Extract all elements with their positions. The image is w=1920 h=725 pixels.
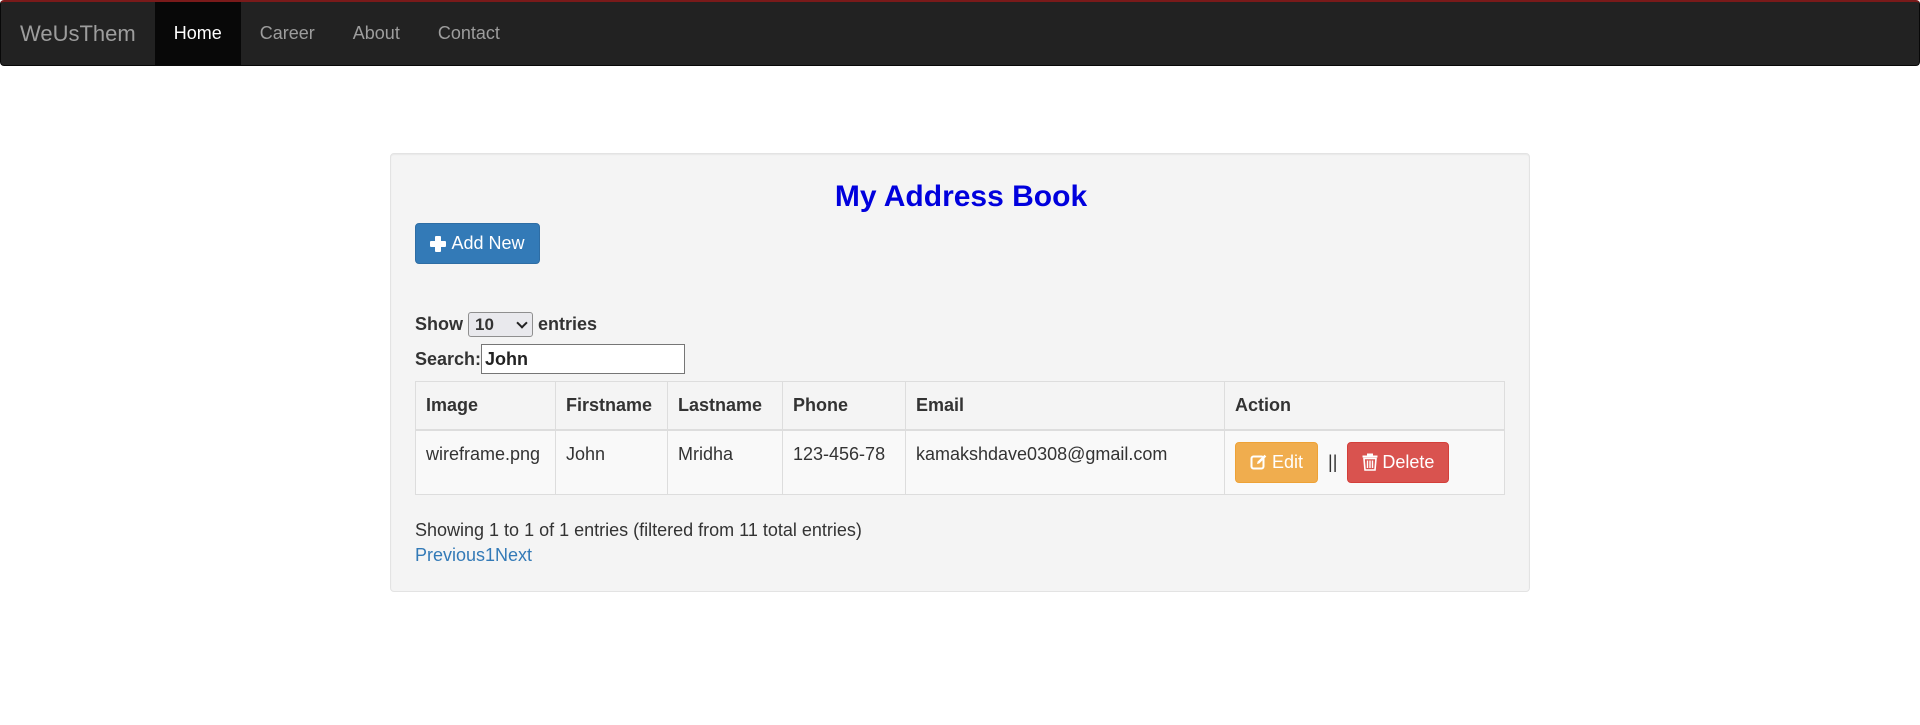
nav-list: Home Career About Contact xyxy=(154,2,519,65)
header-firstname[interactable]: Firstname xyxy=(555,381,668,431)
header-lastname[interactable]: Lastname xyxy=(667,381,783,431)
table-header-row: Image Firstname Lastname Phone Email Act… xyxy=(415,381,1505,431)
page-title: My Address Book xyxy=(834,180,1088,213)
table-row: wireframe.png John Mridha 123-456-78 kam… xyxy=(415,429,1505,495)
pagination-page-1[interactable]: 1 xyxy=(485,545,495,566)
cell-image: wireframe.png xyxy=(415,429,556,495)
header-email[interactable]: Email xyxy=(905,381,1225,431)
cell-email: kamakshdave0308@gmail.com xyxy=(905,429,1225,495)
delete-button[interactable]: Delete xyxy=(1347,441,1450,483)
page-size-control: Show 10 entries xyxy=(415,312,597,337)
nav-item-home[interactable]: Home xyxy=(154,2,241,65)
add-new-button[interactable]: Add New xyxy=(415,223,540,264)
cell-action: Edit || Delete xyxy=(1224,429,1505,495)
action-separator: || xyxy=(1328,451,1338,472)
entries-label: entries xyxy=(538,314,598,334)
add-new-label: Add New xyxy=(451,233,525,253)
nav-item-about[interactable]: About xyxy=(334,2,419,65)
header-phone[interactable]: Phone xyxy=(782,381,906,431)
brand-link[interactable]: WeUsThem xyxy=(1,2,155,65)
search-control: Search: xyxy=(415,344,686,374)
action-buttons: Edit || Delete xyxy=(1235,441,1494,483)
pagination-previous[interactable]: Previous xyxy=(415,545,485,566)
edit-button[interactable]: Edit xyxy=(1235,441,1319,483)
show-label: Show xyxy=(415,314,463,334)
search-label: Search: xyxy=(415,348,482,369)
search-input[interactable] xyxy=(481,344,686,374)
top-navbar: WeUsThem Home Career About Contact xyxy=(0,0,1920,66)
pagination-next[interactable]: Next xyxy=(495,545,532,566)
plus-icon xyxy=(430,235,447,252)
table-info: Showing 1 to 1 of 1 entries (filtered fr… xyxy=(415,520,862,540)
chevron-down-icon xyxy=(516,316,528,329)
cell-lastname: Mridha xyxy=(667,429,783,495)
header-image[interactable]: Image xyxy=(415,381,556,431)
address-book-panel: My Address Book Add New Show 10 entries … xyxy=(390,153,1530,592)
header-action: Action xyxy=(1224,381,1505,431)
edit-label: Edit xyxy=(1272,451,1304,472)
page-size-select[interactable]: 10 xyxy=(468,312,533,337)
delete-label: Delete xyxy=(1382,451,1435,472)
contacts-table: Image Firstname Lastname Phone Email Act… xyxy=(415,381,1505,495)
page-size-value: 10 xyxy=(475,314,494,334)
cell-firstname: John xyxy=(555,429,668,495)
pagination: Previous 1 Next xyxy=(415,545,532,566)
trash-icon xyxy=(1362,453,1378,472)
nav-item-career[interactable]: Career xyxy=(241,2,334,65)
edit-icon xyxy=(1250,454,1267,470)
nav-item-contact[interactable]: Contact xyxy=(419,2,519,65)
cell-phone: 123-456-78 xyxy=(782,429,906,495)
